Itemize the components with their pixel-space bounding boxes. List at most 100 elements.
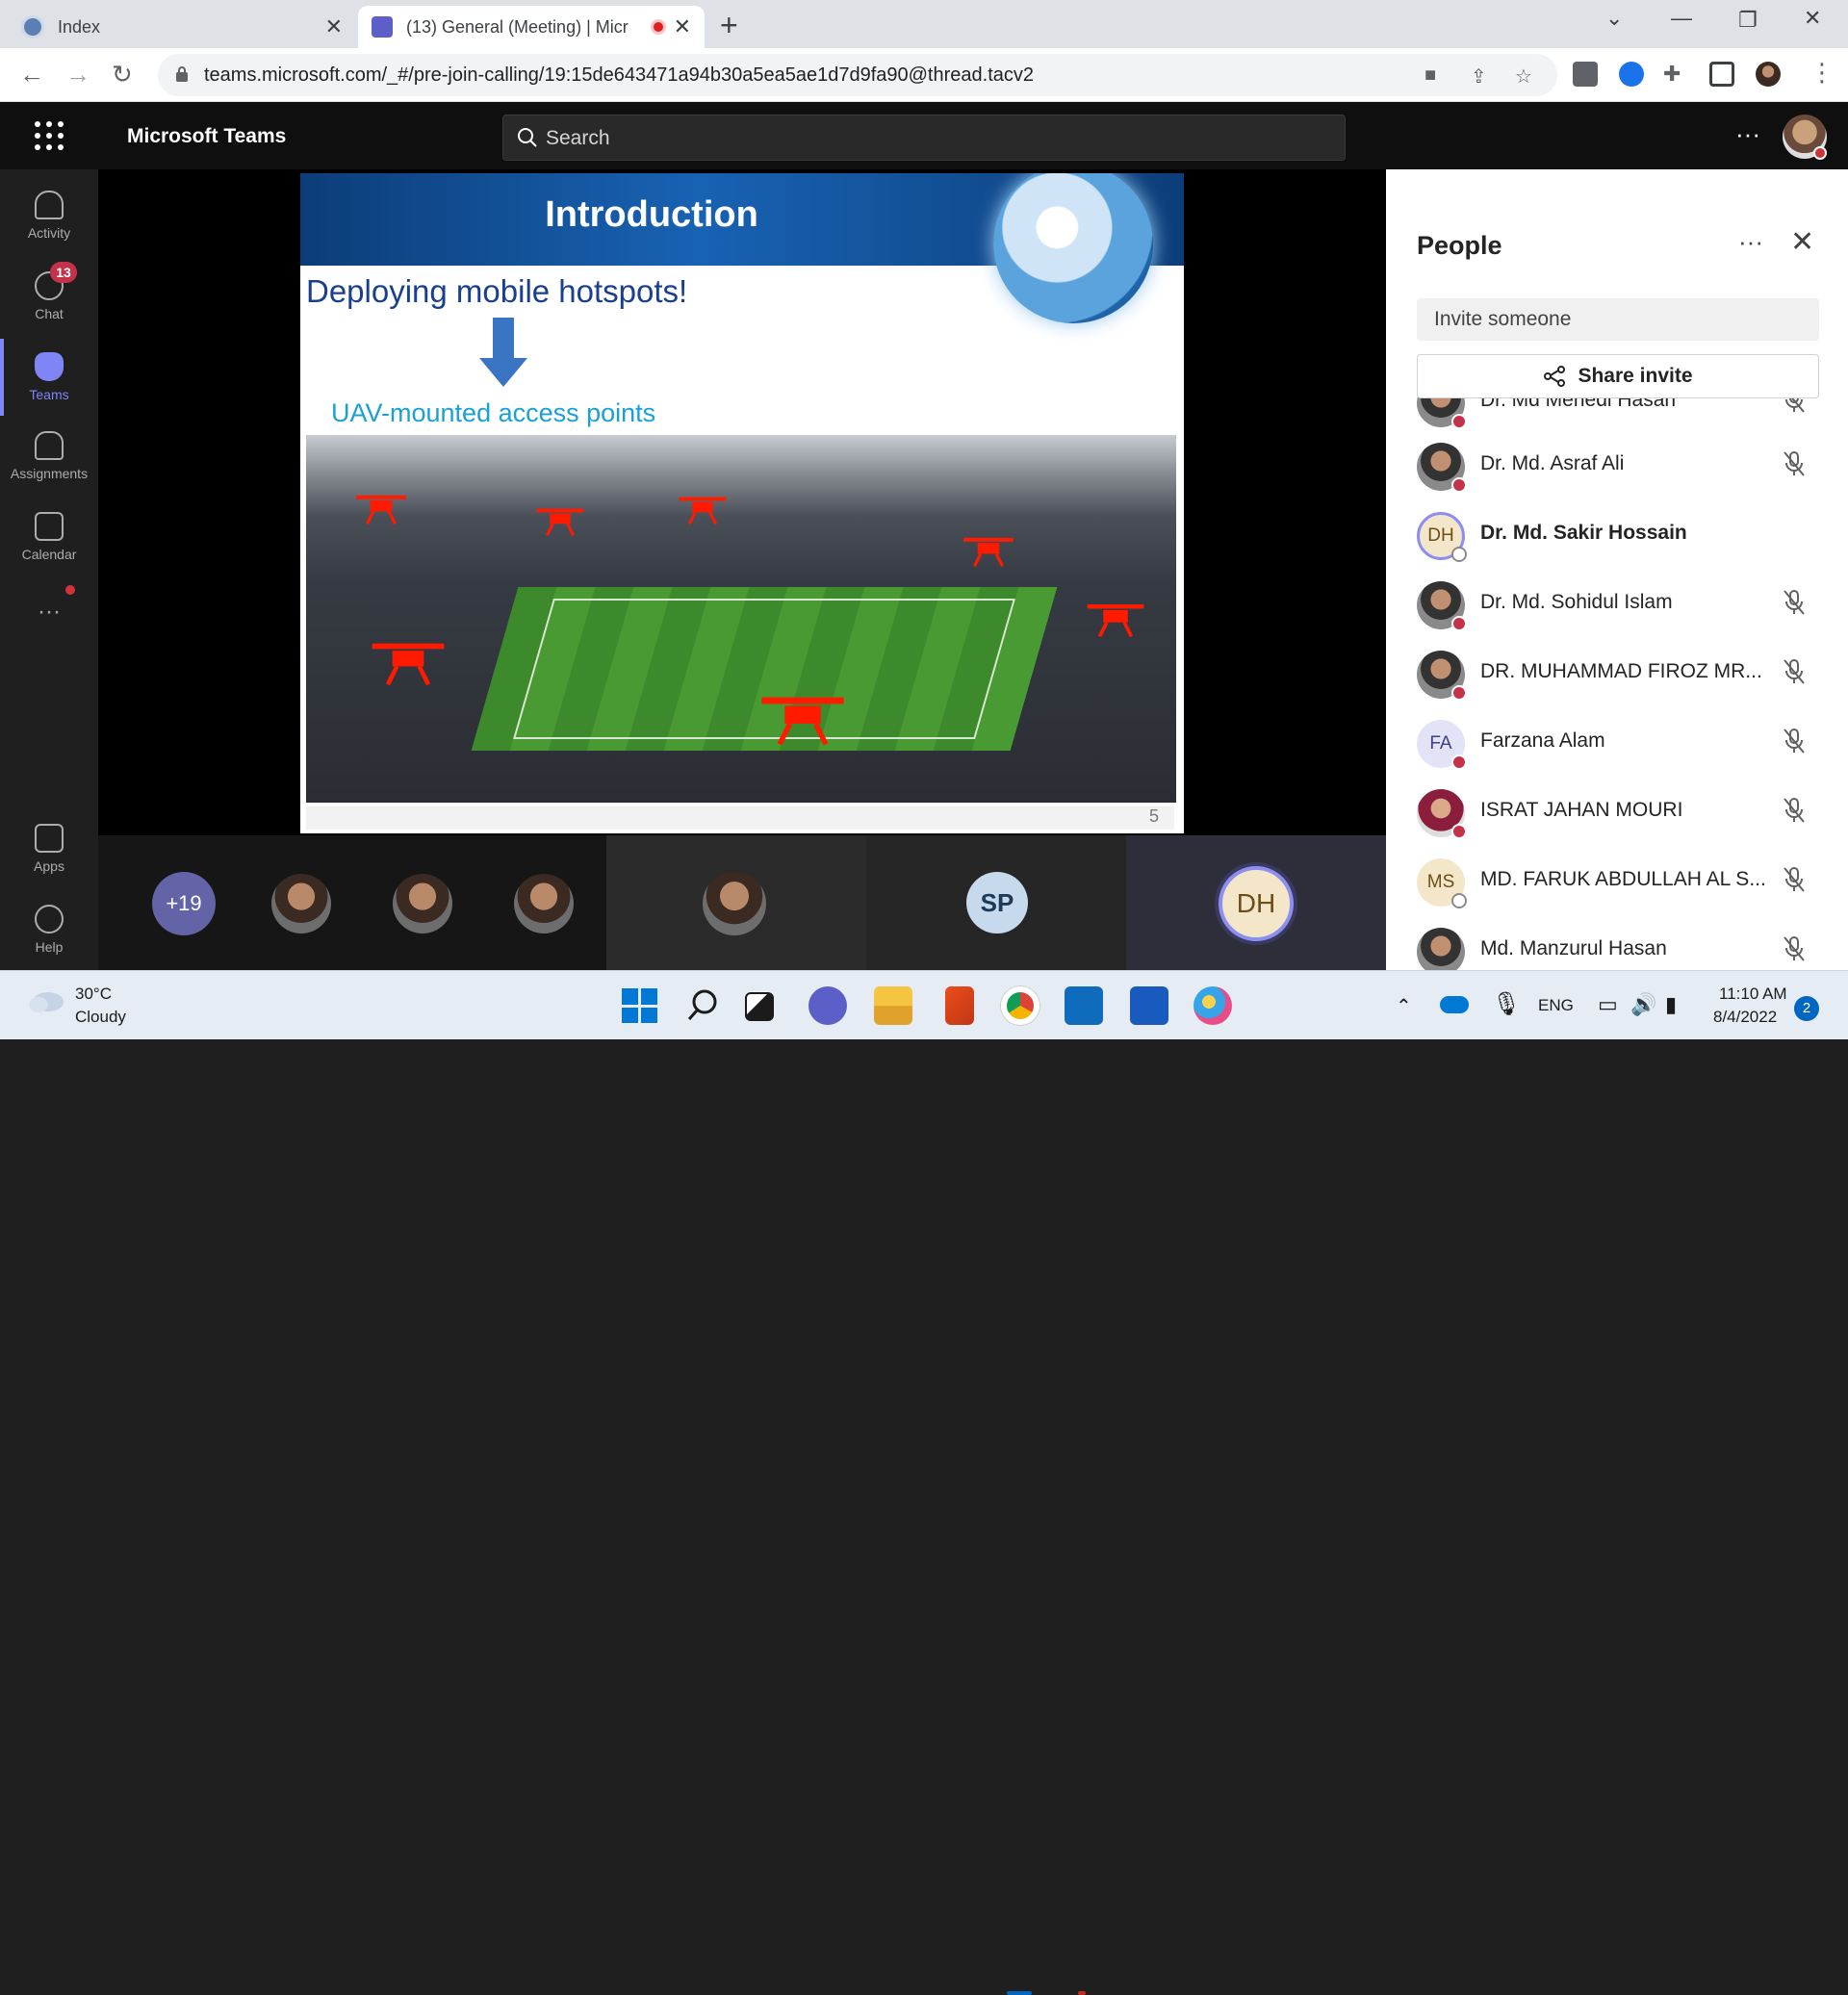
participant-initials-dh[interactable]: DH — [1219, 866, 1294, 941]
share-invite-button[interactable]: Share invite — [1417, 354, 1819, 398]
battery-icon[interactable]: ▮ — [1665, 992, 1677, 1017]
invite-input[interactable] — [1417, 298, 1819, 341]
participant-row[interactable]: FA Farzana Alam — [1386, 708, 1848, 778]
participant-row[interactable]: MS MD. FARUK ABDULLAH AL S... — [1386, 847, 1848, 916]
bell-icon — [35, 191, 64, 219]
word-icon[interactable] — [1130, 986, 1168, 1025]
outlook-icon[interactable] — [1065, 986, 1103, 1025]
participant-row[interactable]: DR. MUHAMMAD FIROZ MR... — [1386, 639, 1848, 708]
chat-unread-badge: 13 — [50, 262, 77, 283]
clock-date[interactable]: 8/4/2022 — [1713, 1008, 1777, 1027]
presence-busy-icon — [1451, 685, 1467, 701]
left-rail: Activity Chat 13 Teams Assignments Calen… — [0, 169, 98, 970]
rail-item-activity[interactable]: Activity — [0, 191, 98, 241]
bookmark-star-icon[interactable]: ☆ — [1515, 64, 1532, 89]
puzzle-icon[interactable]: ✚ — [1663, 62, 1681, 87]
more-options-icon[interactable]: ··· — [1738, 227, 1763, 257]
active-app-indicator — [1007, 1991, 1032, 1995]
rail-item-teams[interactable]: Teams — [0, 352, 98, 402]
network-icon[interactable]: ▭ — [1598, 992, 1618, 1017]
rail-item-calendar[interactable]: Calendar — [0, 512, 98, 562]
search-icon[interactable] — [683, 986, 722, 1025]
mic-off-icon — [1784, 590, 1805, 615]
search-icon — [518, 128, 537, 147]
mic-off-icon — [1784, 659, 1805, 684]
close-tab-icon[interactable]: ✕ — [674, 14, 691, 39]
app-launcher-icon[interactable] — [35, 121, 64, 150]
windows-start-icon[interactable] — [620, 986, 658, 1025]
participant-name: Farzana Alam — [1480, 729, 1605, 752]
mic-off-icon — [1784, 729, 1805, 754]
file-explorer-icon[interactable] — [874, 986, 912, 1025]
close-tab-icon[interactable]: ✕ — [325, 14, 343, 39]
office-icon[interactable] — [945, 986, 974, 1025]
tab-search-chevron-icon[interactable]: ⌄ — [1605, 6, 1623, 31]
profile-avatar[interactable] — [1756, 62, 1781, 87]
close-window-button[interactable]: ✕ — [1804, 6, 1821, 31]
participant-row[interactable]: Md. Manzurul Hasan — [1386, 916, 1848, 970]
participant-avatar[interactable] — [393, 874, 452, 934]
rail-label: Assignments — [10, 466, 89, 481]
presence-busy-icon — [1813, 146, 1827, 160]
rail-item-assignments[interactable]: Assignments — [0, 431, 98, 481]
rail-item-apps[interactable]: Apps — [0, 824, 98, 874]
sync-extension-icon[interactable] — [1619, 62, 1644, 87]
task-view-icon[interactable] — [745, 992, 774, 1021]
participant-row[interactable]: Dr. Md. Sohidul Islam — [1386, 570, 1848, 639]
new-tab-button[interactable]: + — [720, 8, 738, 43]
participant-initials-sp[interactable]: SP — [966, 872, 1028, 934]
app-title: Microsoft Teams — [127, 125, 287, 147]
onedrive-icon[interactable] — [1440, 996, 1469, 1013]
weather-condition[interactable]: Cloudy — [75, 1008, 126, 1027]
show-hidden-icons-chevron-icon[interactable]: ⌃ — [1396, 994, 1412, 1018]
more-participants-button[interactable]: +19 — [152, 872, 216, 935]
browser-tab-strip: Index ✕ (13) General (Meeting) | Micr ✕ … — [0, 0, 1848, 48]
rail-item-help[interactable]: Help — [0, 905, 98, 955]
assignments-icon — [35, 431, 64, 460]
participant-avatar[interactable] — [703, 872, 766, 935]
reload-button[interactable]: ↻ — [112, 60, 133, 90]
teams-chat-icon[interactable] — [808, 986, 847, 1025]
language-indicator[interactable]: ENG — [1538, 996, 1574, 1015]
calendar-icon — [35, 512, 64, 541]
volume-icon[interactable]: 🔊 — [1630, 992, 1656, 1017]
participant-row[interactable]: DH Dr. Md. Sakir Hossain — [1386, 500, 1848, 570]
side-panel-icon[interactable] — [1709, 62, 1734, 87]
search-box[interactable] — [502, 115, 1346, 161]
chrome-icon[interactable] — [1001, 986, 1040, 1025]
weather-temperature[interactable]: 30°C — [75, 985, 112, 1004]
participant-name: Md. Manzurul Hasan — [1480, 937, 1667, 959]
browser-tab-index[interactable]: Index ✕ — [8, 6, 356, 48]
more-apps-icon[interactable]: ··· — [0, 599, 98, 626]
paint-icon[interactable] — [1194, 986, 1232, 1025]
teams-icon — [35, 352, 64, 381]
clock-time[interactable]: 11:10 AM — [1719, 985, 1787, 1004]
chrome-menu-icon[interactable]: ⋮ — [1810, 58, 1835, 88]
address-bar[interactable]: teams.microsoft.com/_#/pre-join-calling/… — [158, 54, 1557, 96]
rail-label: Activity — [27, 225, 71, 241]
slide-control-bar[interactable] — [306, 806, 1174, 830]
participant-avatar[interactable] — [271, 874, 331, 934]
extension-icon[interactable] — [1573, 62, 1598, 87]
minimize-button[interactable]: — — [1671, 6, 1692, 31]
back-button[interactable]: ← — [19, 60, 44, 90]
share-icon[interactable]: ⇪ — [1471, 64, 1487, 89]
participant-name: Dr. Md. Sakir Hossain — [1480, 522, 1687, 544]
restore-button[interactable]: ❐ — [1738, 8, 1758, 33]
forward-button[interactable]: → — [65, 60, 90, 90]
notification-badge[interactable]: 2 — [1794, 996, 1819, 1021]
camera-icon[interactable]: ■ — [1424, 64, 1436, 87]
search-input[interactable] — [546, 125, 1219, 152]
close-panel-button[interactable]: ✕ — [1790, 225, 1814, 259]
browser-toolbar: ← → ↻ teams.microsoft.com/_#/pre-join-ca… — [0, 48, 1848, 102]
rail-item-chat[interactable]: Chat — [0, 271, 98, 321]
teams-favicon-icon — [372, 16, 393, 38]
participant-avatar[interactable] — [514, 874, 574, 934]
participant-name: DR. MUHAMMAD FIROZ MR... — [1480, 660, 1762, 682]
microphone-icon[interactable]: 🎙 — [1492, 990, 1521, 1018]
browser-tab-teams[interactable]: (13) General (Meeting) | Micr ✕ — [358, 6, 705, 48]
participant-row[interactable]: Dr. Md. Asraf Ali — [1386, 431, 1848, 500]
participant-row[interactable]: ISRAT JAHAN MOURI — [1386, 778, 1848, 847]
more-options-icon[interactable]: ··· — [1735, 119, 1760, 149]
lock-icon — [176, 66, 188, 82]
